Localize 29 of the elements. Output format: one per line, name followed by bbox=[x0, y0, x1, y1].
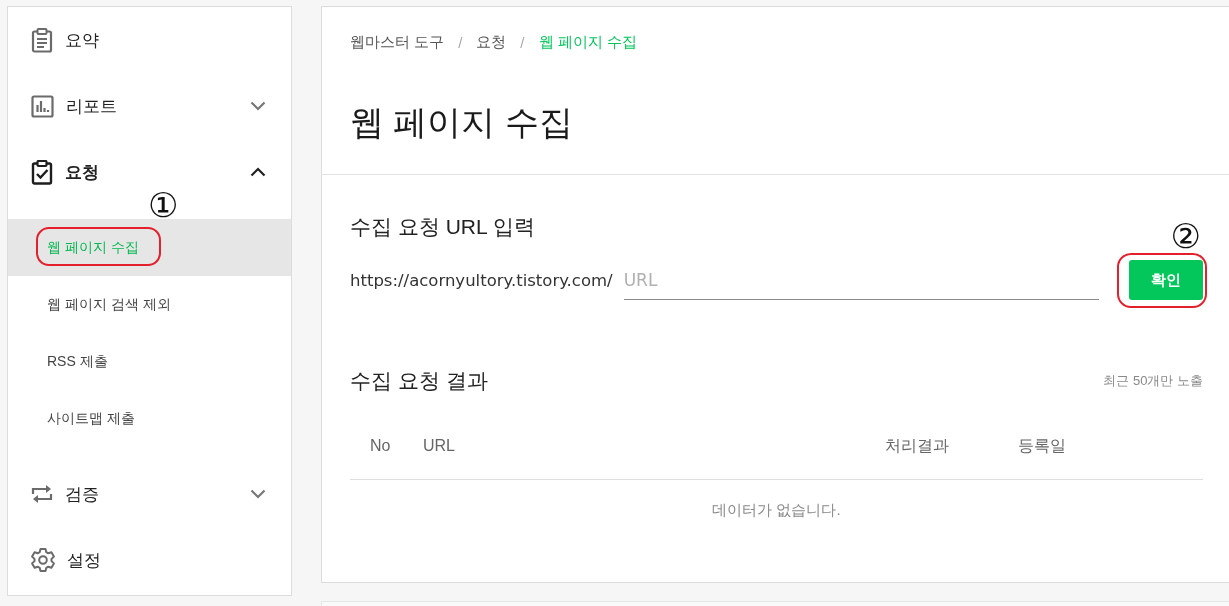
empty-message: 데이터가 없습니다. bbox=[712, 500, 841, 520]
column-header: 등록일 bbox=[1018, 436, 1066, 456]
sidebar-item[interactable]: 설정 bbox=[8, 527, 291, 593]
breadcrumb-separator: / bbox=[458, 33, 463, 51]
annotation-number: ① bbox=[148, 188, 179, 222]
column-header: No bbox=[370, 436, 391, 456]
clipboard-list-icon bbox=[31, 27, 53, 53]
result-note: 최근 50개만 노출 bbox=[1103, 372, 1203, 390]
sidebar-item[interactable]: 리포트 bbox=[8, 73, 291, 139]
column-header: 처리결과 bbox=[885, 436, 949, 456]
gear-icon bbox=[31, 548, 55, 572]
annotation-number: ② bbox=[1170, 219, 1201, 253]
breadcrumb-link[interactable]: 요청 bbox=[476, 32, 507, 52]
url-prefix: https://acornyultory.tistory.com/ bbox=[350, 270, 613, 290]
repeat-arrows-icon bbox=[31, 483, 53, 505]
page-title: 웹 페이지 수집 bbox=[350, 102, 573, 143]
submenu-item[interactable]: 사이트맵 제출 bbox=[8, 390, 291, 447]
section-title: 수집 요청 결과 bbox=[350, 368, 488, 394]
url-input[interactable]: URL bbox=[623, 260, 1099, 300]
submenu-item[interactable]: RSS 제출 bbox=[8, 333, 291, 390]
column-header: URL bbox=[423, 436, 455, 456]
breadcrumb-separator: / bbox=[520, 33, 525, 51]
bar-chart-icon bbox=[31, 94, 54, 118]
submenu-item[interactable]: 웹 페이지 검색 제외 bbox=[8, 276, 291, 333]
breadcrumb-link[interactable]: 웹마스터 도구 bbox=[350, 32, 445, 52]
clipboard-check-icon bbox=[31, 159, 53, 185]
sidebar-item[interactable]: 검증 bbox=[8, 461, 291, 527]
sidebar-item[interactable]: 요약 bbox=[8, 7, 291, 73]
section-title: 수집 요청 URL 입력 bbox=[350, 214, 535, 240]
